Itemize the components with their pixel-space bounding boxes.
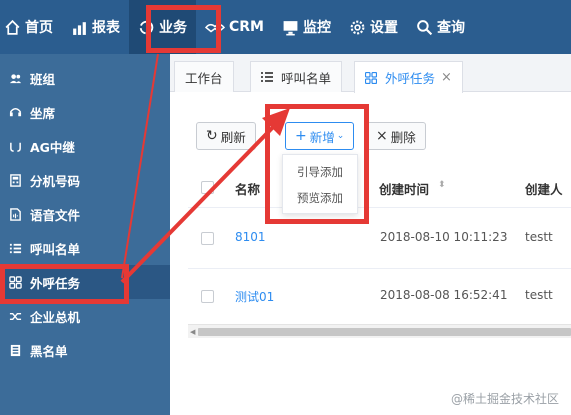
scroll-left-icon[interactable]: ◀	[190, 328, 195, 336]
tab-label: 呼叫名单	[281, 70, 332, 86]
scroll-thumb[interactable]	[198, 328, 571, 336]
tab-workbench[interactable]: 工作台	[174, 61, 234, 92]
phone-icon	[8, 173, 22, 187]
sidebar-item-blacklist[interactable]: 黑名单	[0, 333, 170, 367]
table-row: 8101 2018-08-10 10:11:23 testt	[188, 209, 571, 269]
sidebar-item-extension[interactable]: 分机号码	[0, 163, 170, 197]
sort-icon[interactable]: ⬍	[438, 180, 446, 190]
nav-settings[interactable]: 设置	[340, 0, 407, 54]
delete-button[interactable]: × 删除	[366, 122, 426, 150]
nav-crm-label: CRM	[229, 19, 264, 35]
nav-reports[interactable]: 报表	[62, 0, 129, 54]
refresh-button[interactable]: ↻ 刷新	[196, 122, 256, 150]
nav-query[interactable]: 查询	[407, 0, 474, 54]
horizontal-scrollbar[interactable]: ◀	[188, 324, 571, 338]
gear-icon	[349, 19, 366, 36]
close-icon: ×	[376, 128, 388, 144]
tab-label: 外呼任务	[385, 71, 436, 86]
search-icon	[416, 19, 433, 36]
sidebar-item-label: 呼叫名单	[30, 241, 81, 257]
nav-home-label: 首页	[25, 20, 53, 36]
highlight-add-dropdown	[265, 104, 369, 224]
creator: testt	[525, 230, 553, 244]
sidebar-item-call-list[interactable]: 呼叫名单	[0, 231, 170, 265]
tab-outbound-task[interactable]: 外呼任务 ×	[354, 61, 463, 93]
highlight-outbound-task	[0, 264, 129, 304]
sidebar-item-label: 黑名单	[30, 343, 68, 359]
monitor-icon	[282, 19, 299, 36]
sidebar-item-label: AG中继	[30, 139, 75, 155]
select-all-checkbox[interactable]	[201, 181, 214, 194]
list-icon	[261, 71, 273, 83]
sidebar-item-switchboard[interactable]: 企业总机	[0, 299, 170, 333]
column-created-time[interactable]: 创建时间	[379, 179, 429, 198]
close-icon[interactable]: ×	[441, 70, 452, 85]
column-name: 名称	[235, 182, 261, 197]
grid-icon	[365, 71, 377, 84]
refresh-label: 刷新	[220, 129, 246, 145]
sidebar-item-label: 分机号码	[30, 173, 81, 189]
table-row: 测试01 2018-08-08 16:52:41 testt	[188, 267, 571, 327]
column-creator: 创建人	[525, 182, 563, 197]
sidebar-item-label: 语音文件	[30, 207, 81, 223]
watermark: @稀土掘金技术社区	[450, 392, 559, 406]
row-checkbox[interactable]	[201, 290, 214, 303]
table-header: 名称 创建时间 ⬍ 创建人	[188, 166, 571, 208]
tab-bar: 工作台 呼叫名单 外呼任务 ×	[170, 54, 571, 93]
nav-settings-label: 设置	[370, 20, 398, 36]
highlight-business-nav	[146, 5, 221, 53]
nav-monitor[interactable]: 监控	[273, 0, 340, 54]
sidebar-item-agent[interactable]: 坐席	[0, 95, 170, 129]
tab-label: 工作台	[185, 70, 223, 86]
row-checkbox[interactable]	[201, 232, 214, 245]
sidebar: 班组 坐席 AG中继 分机号码 语音文件 呼叫名单 外呼任务 企业总机 黑名单	[0, 54, 170, 415]
task-name-link[interactable]: 测试01	[235, 288, 274, 305]
file-audio-icon	[8, 207, 22, 221]
tab-call-list[interactable]: 呼叫名单	[250, 61, 343, 92]
sidebar-item-ag-relay[interactable]: AG中继	[0, 129, 170, 163]
home-icon	[4, 19, 21, 36]
nav-query-label: 查询	[437, 20, 465, 36]
delete-label: 删除	[390, 129, 416, 145]
created-time: 2018-08-10 10:11:23	[380, 230, 508, 244]
main-content: 工作台 呼叫名单 外呼任务 × ↻ 刷新 + 新增 ⌄ × 删除 名称 创建时间…	[170, 54, 571, 415]
sidebar-item-label: 坐席	[30, 105, 56, 121]
shuffle-icon	[8, 309, 22, 323]
sidebar-item-voice-file[interactable]: 语音文件	[0, 197, 170, 231]
nav-home[interactable]: 首页	[0, 0, 62, 54]
group-icon	[8, 71, 22, 85]
nav-monitor-label: 监控	[303, 20, 331, 36]
top-nav: 首页 报表 业务 CRM 监控 设置 查询	[0, 0, 571, 54]
blacklist-icon	[8, 343, 22, 357]
list-icon	[8, 241, 22, 255]
refresh-icon: ↻	[206, 128, 218, 144]
task-name-link[interactable]: 8101	[235, 230, 266, 244]
created-time: 2018-08-08 16:52:41	[380, 288, 508, 302]
creator: testt	[525, 288, 553, 302]
relay-icon	[8, 139, 22, 153]
chart-icon	[71, 19, 88, 36]
nav-reports-label: 报表	[92, 20, 120, 36]
sidebar-item-group[interactable]: 班组	[0, 61, 170, 95]
headset-icon	[8, 105, 22, 119]
sidebar-item-label: 班组	[30, 71, 56, 87]
sidebar-item-label: 企业总机	[30, 309, 81, 325]
